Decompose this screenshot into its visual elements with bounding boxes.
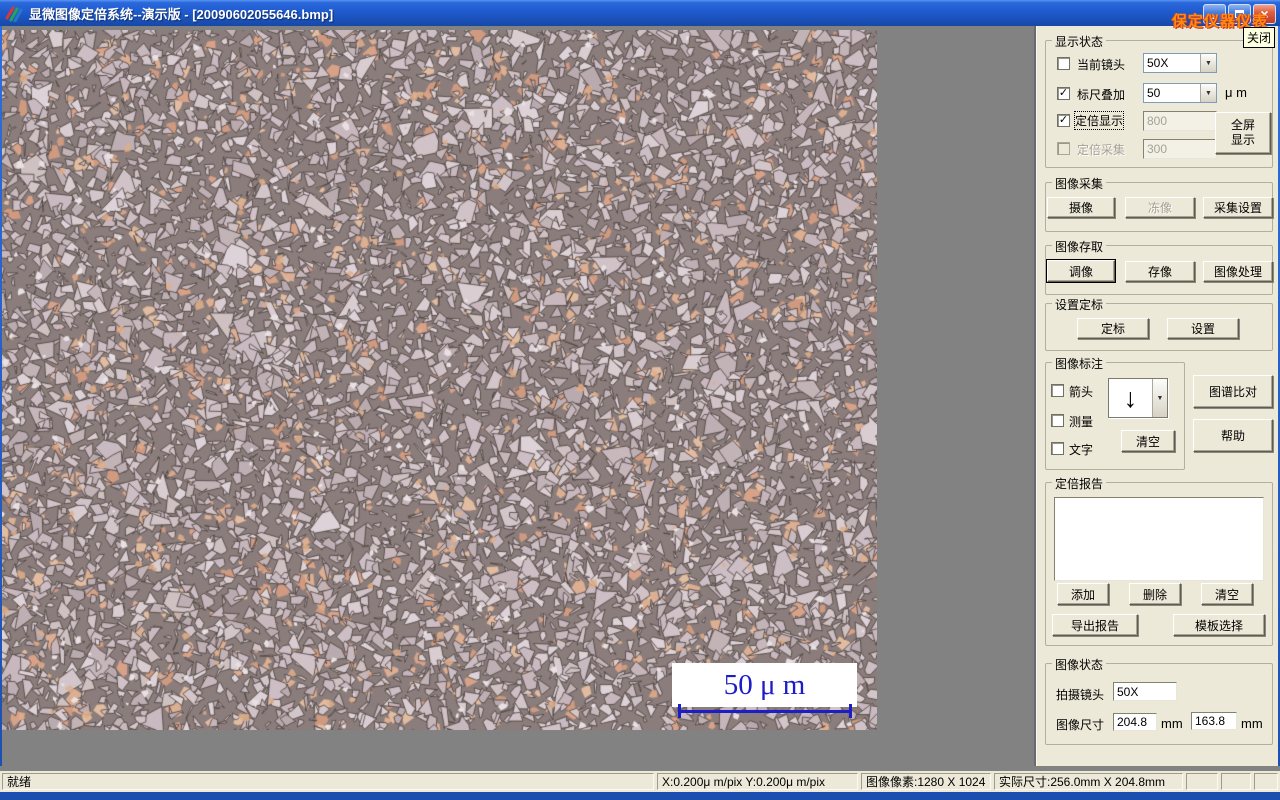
chevron-down-icon[interactable]: ▼ (1152, 379, 1167, 417)
annotation-clear-button[interactable]: 清空 (1121, 430, 1175, 452)
text-checkbox[interactable] (1051, 442, 1064, 455)
help-button[interactable]: 帮助 (1193, 419, 1273, 452)
display-status-title: 显示状态 (1052, 33, 1107, 50)
image-status-title: 图像状态 (1052, 656, 1107, 673)
status-empty-2 (1221, 773, 1251, 790)
storage-title: 图像存取 (1052, 238, 1107, 255)
current-lens-combo[interactable]: 50X ▼ (1143, 53, 1217, 73)
height-unit-label: mm (1241, 716, 1263, 731)
current-lens-label: 当前镜头 (1077, 58, 1126, 72)
image-height-field[interactable] (1191, 712, 1237, 730)
capture-button[interactable]: 摄像 (1047, 197, 1115, 218)
atlas-compare-button[interactable]: 图谱比对 (1193, 375, 1273, 408)
text-label: 文字 (1069, 443, 1094, 457)
measure-label: 测量 (1069, 415, 1094, 429)
width-unit-label: mm (1161, 716, 1183, 731)
acquisition-title: 图像采集 (1052, 175, 1107, 192)
app-icon (5, 6, 23, 22)
fixed-display-field (1143, 111, 1217, 131)
ruler-unit-label: μ m (1225, 85, 1247, 100)
chevron-down-icon[interactable]: ▼ (1200, 54, 1216, 72)
save-image-button[interactable]: 存像 (1125, 261, 1195, 282)
report-title: 定倍报告 (1052, 475, 1107, 492)
current-lens-value: 50X (1147, 56, 1169, 70)
status-image-pixels: 图像像素:1280 X 1024 (861, 773, 991, 790)
status-ready: 就绪 (2, 773, 654, 790)
report-clear-button[interactable]: 清空 (1201, 583, 1253, 605)
scalebar-box: 50 μ m (672, 663, 857, 707)
arrow-style-combo[interactable]: ↓ ▼ (1108, 378, 1168, 418)
capture-lens-field[interactable] (1113, 682, 1177, 701)
export-report-button[interactable]: 导出报告 (1052, 614, 1138, 636)
close-tooltip: 关闭 (1243, 27, 1276, 48)
status-empty-3 (1254, 773, 1278, 790)
measure-checkbox[interactable] (1051, 414, 1064, 427)
ruler-overlay-label: 标尺叠加 (1077, 88, 1126, 102)
chevron-down-icon[interactable]: ▼ (1200, 84, 1216, 102)
window-title: 显微图像定倍系统--演示版 - [20090602055646.bmp] (29, 6, 334, 22)
annotation-title: 图像标注 (1052, 355, 1107, 372)
image-size-label: 图像尺寸 (1056, 718, 1105, 732)
load-image-button[interactable]: 调像 (1047, 260, 1115, 282)
report-listbox[interactable] (1054, 497, 1264, 581)
status-pixel-scale: X:0.200μ m/pix Y:0.200μ m/pix (657, 773, 858, 790)
arrow-checkbox[interactable] (1051, 384, 1064, 397)
ruler-value: 50 (1147, 86, 1161, 100)
image-viewport: 50 μ m (2, 26, 1036, 766)
microscope-image[interactable] (2, 30, 877, 730)
fixed-capture-label: 定倍采集 (1077, 143, 1126, 157)
template-select-button[interactable]: 模板选择 (1173, 614, 1265, 636)
arrow-label: 箭头 (1069, 385, 1094, 399)
fixed-capture-field (1143, 139, 1217, 159)
calibrate-button[interactable]: 定标 (1077, 318, 1149, 339)
calibration-settings-button[interactable]: 设置 (1167, 318, 1239, 339)
titlebar: 显微图像定倍系统--演示版 - [20090602055646.bmp] × (0, 0, 1280, 26)
freeze-button: 冻像 (1125, 197, 1195, 218)
fixed-capture-checkbox (1057, 142, 1070, 155)
scalebar-tick-left (678, 704, 681, 718)
scalebar-label: 50 μ m (723, 668, 806, 701)
statusbar: 就绪 X:0.200μ m/pix Y:0.200μ m/pix 图像像素:12… (0, 771, 1280, 792)
fixed-display-label: 定倍显示 (1073, 111, 1125, 130)
report-add-button[interactable]: 添加 (1057, 583, 1109, 605)
current-lens-checkbox[interactable] (1057, 57, 1070, 70)
image-width-field[interactable] (1113, 713, 1157, 731)
fixed-display-checkbox[interactable]: ✓ (1057, 114, 1070, 127)
down-arrow-icon: ↓ (1123, 382, 1138, 413)
calibration-title: 设置定标 (1052, 296, 1107, 313)
ruler-value-combo[interactable]: 50 ▼ (1143, 83, 1217, 103)
scalebar-tick-right (849, 704, 852, 718)
application-window: { "icons": { "check": "✓", "combo_arrow"… (0, 0, 1280, 800)
fullscreen-button[interactable]: 全屏显示 (1215, 112, 1271, 154)
status-actual-size: 实际尺寸:256.0mm X 204.8mm (994, 773, 1183, 790)
capture-lens-label: 拍摄镜头 (1056, 688, 1105, 702)
status-empty-1 (1186, 773, 1218, 790)
image-process-button[interactable]: 图像处理 (1203, 261, 1273, 282)
ruler-overlay-checkbox[interactable]: ✓ (1057, 87, 1070, 100)
scalebar-line (680, 710, 851, 713)
acquisition-settings-button[interactable]: 采集设置 (1203, 197, 1273, 218)
control-panel: 显示状态 当前镜头 50X ▼ ✓ 标尺叠加 50 ▼ μ m ✓ 定倍显示 定… (1036, 26, 1278, 766)
report-delete-button[interactable]: 删除 (1129, 583, 1181, 605)
